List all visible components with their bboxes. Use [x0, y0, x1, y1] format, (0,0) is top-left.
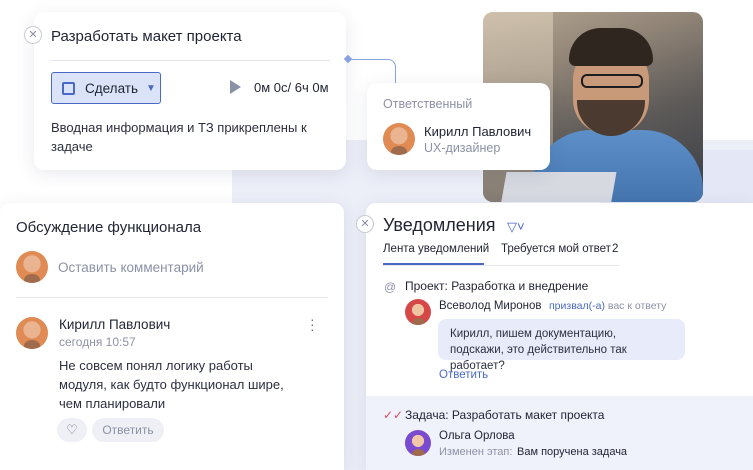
- avatar: [383, 123, 415, 155]
- comment-input-row[interactable]: Оставить комментарий: [16, 251, 204, 283]
- avatar: [405, 299, 431, 325]
- discussion-card: Обсуждение функционала Оставить коммента…: [0, 203, 344, 470]
- timer: 0м 0с/ 6ч 0м: [254, 80, 329, 95]
- mention-link: призвал(-а): [549, 300, 605, 312]
- tab-count-badge: 2: [612, 243, 619, 255]
- stage-value: Вам поручена задача: [517, 446, 628, 458]
- tab-awaiting-reply[interactable]: Требуется мой ответ: [501, 243, 611, 255]
- avatar: [405, 430, 431, 456]
- play-icon[interactable]: [230, 80, 241, 94]
- status-dropdown-button[interactable]: Сделать ▼: [51, 72, 161, 104]
- avatar: [16, 317, 48, 349]
- message-author: Кирилл Павлович: [59, 317, 171, 332]
- notification-author: Ольга Орлова: [439, 430, 515, 442]
- notifications-title: Уведомления: [383, 215, 496, 235]
- close-icon[interactable]: ✕: [356, 215, 374, 233]
- double-check-icon: ✓✓: [383, 408, 404, 422]
- tab-feed[interactable]: Лента уведомлений: [383, 243, 489, 255]
- avatar: [16, 251, 48, 283]
- message-time: сегодня 10:57: [59, 335, 136, 349]
- discussion-title: Обсуждение функционала: [16, 219, 202, 236]
- responsible-card: Ответственный Кирилл Павлович UX-дизайне…: [367, 83, 550, 170]
- like-button[interactable]: ♡: [57, 418, 87, 442]
- notification-author: Всеволод Миронов: [439, 300, 542, 312]
- divider: [51, 60, 330, 61]
- notification-title[interactable]: Проект: Разработка и внедрение: [405, 279, 588, 293]
- notification-title[interactable]: Задача: Разработать макет проекта: [405, 408, 604, 422]
- notification-message: Кирилл, пишем документацию, подскажи, эт…: [438, 319, 685, 372]
- mention-icon: @: [384, 280, 397, 294]
- tabs-divider: [383, 265, 619, 266]
- more-options-icon[interactable]: · · ·: [310, 312, 315, 336]
- notifications-panel: ✕ Уведомления ▽˅ Лента уведомлений Требу…: [356, 203, 753, 470]
- message-text: Не совсем понял логику работы модуля, ка…: [59, 358, 284, 411]
- responsible-role: UX-дизайнер: [424, 141, 501, 155]
- status-label: Сделать: [85, 80, 138, 96]
- notification-action-text: вас к ответу: [604, 300, 667, 312]
- reply-link[interactable]: Ответить: [439, 369, 488, 381]
- responsible-name[interactable]: Кирилл Павлович: [424, 124, 531, 139]
- reply-button[interactable]: Ответить: [92, 418, 164, 442]
- task-title: Разработать макет проекта: [51, 28, 242, 45]
- comment-input[interactable]: Оставить комментарий: [58, 260, 204, 275]
- task-description: Вводная информация и ТЗ прикреплены к за…: [51, 120, 307, 154]
- heart-icon: ♡: [66, 422, 78, 437]
- chevron-down-icon: ▼: [146, 82, 156, 94]
- responsible-label: Ответственный: [383, 97, 473, 111]
- filter-icon[interactable]: ▽˅: [507, 219, 525, 235]
- notification-action: призвал(-а) вас к ответу: [549, 300, 666, 312]
- stage-label: Изменен этап:: [439, 446, 513, 458]
- checkbox-icon: [62, 81, 75, 95]
- divider: [16, 297, 328, 298]
- connector-curve: [386, 59, 396, 83]
- task-card: ✕ Разработать макет проекта Сделать ▼ 0м…: [24, 12, 346, 170]
- close-icon[interactable]: ✕: [24, 26, 42, 44]
